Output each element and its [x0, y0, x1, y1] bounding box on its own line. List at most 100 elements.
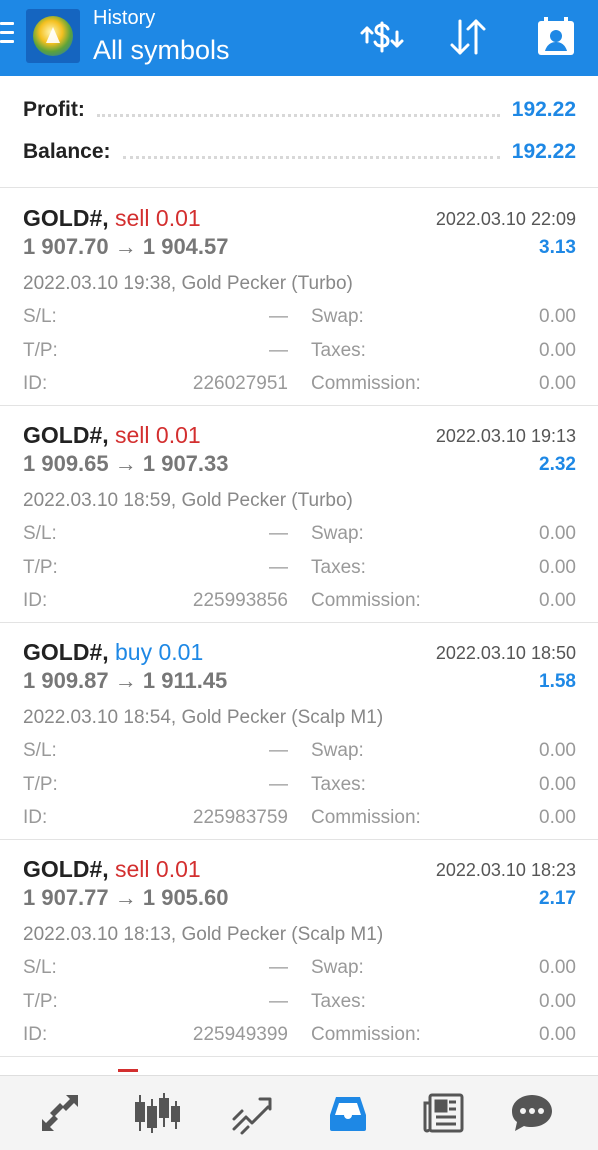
swap-label: Swap:: [311, 957, 364, 978]
deal-item[interactable]: GOLD#, sell 0.01 2022.03.10 18:23 1 907.77…: [0, 840, 598, 1057]
commission-value: 0.00: [539, 590, 576, 611]
swap-label: Swap:: [311, 306, 364, 327]
dotted-leader: [122, 155, 500, 159]
taxes-label: Taxes:: [311, 991, 366, 1012]
deal-side-volume: sell 0.01: [115, 422, 201, 448]
commission-label: Commission:: [311, 1024, 421, 1045]
chat-icon[interactable]: [508, 1089, 556, 1137]
chart-icon[interactable]: [132, 1089, 180, 1137]
sl-value: —: [269, 306, 288, 327]
deal-close-time: 2022.03.10 19:13: [435, 426, 576, 446]
swap-label: Swap:: [311, 523, 364, 544]
screen-title: History: [93, 7, 156, 29]
taxes-label: Taxes:: [311, 557, 366, 578]
top-app-bar: History All symbols: [0, 0, 598, 76]
sl-label: S/L:: [23, 957, 57, 978]
trade-icon[interactable]: [228, 1089, 276, 1137]
profit-label: Profit:: [23, 98, 85, 121]
history-icon[interactable]: [324, 1089, 372, 1137]
deal-item[interactable]: GOLD#, sell 0.01 2022.03.10 19:13 1 909.65…: [0, 406, 598, 623]
deal-comment: 2022.03.10 18:59, Gold Pecker (Turbo): [23, 490, 353, 511]
deal-title: GOLD#, sell 0.01: [23, 205, 201, 232]
deal-close-time: 2022.03.10 18:50: [435, 643, 576, 663]
sl-value: —: [269, 523, 288, 544]
tp-label: T/P:: [23, 340, 58, 361]
taxes-label: Taxes:: [311, 774, 366, 795]
commission-label: Commission:: [311, 807, 421, 828]
swap-value: 0.00: [539, 957, 576, 978]
deal-symbol: GOLD#,: [23, 422, 109, 448]
deal-side-volume: sell 0.01: [115, 856, 201, 882]
swap-value: 0.00: [539, 523, 576, 544]
currency-exchange-icon[interactable]: [358, 13, 406, 61]
balance-value: 192.22: [511, 140, 576, 163]
id-label: ID:: [23, 373, 48, 394]
deal-side-volume: buy 0.01: [115, 639, 204, 665]
deal-profit: 2.17: [539, 888, 576, 909]
commission-value: 0.00: [539, 373, 576, 394]
tp-value: —: [269, 774, 288, 795]
commission-label: Commission:: [311, 590, 421, 611]
id-value: 225993856: [192, 590, 288, 611]
summary-panel: Profit: 192.22 Balance: 192.22: [0, 76, 598, 188]
deal-prices: 1 909.87 → 1 911.45: [23, 668, 228, 693]
id-value: 226027951: [192, 373, 288, 394]
deal-symbol: GOLD#,: [23, 639, 109, 665]
deal-profit: 1.58: [539, 671, 576, 692]
swap-value: 0.00: [539, 306, 576, 327]
deal-prices: 1 909.65 → 1 907.33: [23, 451, 229, 476]
profit-value: 192.22: [511, 98, 576, 121]
sl-label: S/L:: [23, 523, 57, 544]
deal-comment: 2022.03.10 18:13, Gold Pecker (Scalp M1): [23, 924, 384, 945]
deal-title: GOLD#, sell 0.01: [23, 422, 201, 449]
dotted-leader: [96, 113, 500, 117]
profit-row: Profit: 192.22: [23, 95, 576, 125]
taxes-value: 0.00: [539, 557, 576, 578]
id-value: 225983759: [192, 807, 288, 828]
deal-symbol: GOLD#,: [23, 856, 109, 882]
id-value: 225949399: [192, 1024, 288, 1045]
tp-label: T/P:: [23, 774, 58, 795]
sl-label: S/L:: [23, 740, 57, 761]
tp-label: T/P:: [23, 557, 58, 578]
taxes-label: Taxes:: [311, 340, 366, 361]
commission-value: 0.00: [539, 1024, 576, 1045]
account-icon[interactable]: [532, 13, 580, 61]
sl-value: —: [269, 740, 288, 761]
news-icon[interactable]: [420, 1089, 468, 1137]
taxes-value: 0.00: [539, 340, 576, 361]
id-label: ID:: [23, 807, 48, 828]
tp-label: T/P:: [23, 991, 58, 1012]
sl-value: —: [269, 957, 288, 978]
sort-icon[interactable]: [444, 13, 492, 61]
deal-item[interactable]: GOLD#, sell 0.01 2022.03.10 22:09 1 907.70…: [0, 189, 598, 406]
balance-label: Balance:: [23, 140, 111, 163]
balance-row: Balance: 192.22: [23, 137, 576, 167]
deal-item[interactable]: GOLD#, buy 0.01 2022.03.10 18:50 1 909.87 …: [0, 623, 598, 840]
deal-profit: 3.13: [539, 237, 576, 258]
deal-comment: 2022.03.10 18:54, Gold Pecker (Scalp M1): [23, 707, 384, 728]
swap-label: Swap:: [311, 740, 364, 761]
id-label: ID:: [23, 590, 48, 611]
deal-title: GOLD#, buy 0.01: [23, 639, 203, 666]
deal-symbol: GOLD#,: [23, 205, 109, 231]
app-logo: [26, 9, 80, 63]
taxes-value: 0.00: [539, 991, 576, 1012]
commission-label: Commission:: [311, 373, 421, 394]
menu-icon[interactable]: [0, 22, 16, 48]
id-label: ID:: [23, 1024, 48, 1045]
sl-label: S/L:: [23, 306, 57, 327]
deal-prices: 1 907.70 → 1 904.57: [23, 234, 229, 259]
deal-side-volume: sell 0.01: [115, 205, 201, 231]
commission-value: 0.00: [539, 807, 576, 828]
symbol-filter-title[interactable]: All symbols: [93, 35, 230, 66]
deal-close-time: 2022.03.10 18:23: [435, 860, 576, 880]
deal-title: GOLD#, sell 0.01: [23, 856, 201, 883]
swap-value: 0.00: [539, 740, 576, 761]
quotes-icon[interactable]: [36, 1089, 84, 1137]
taxes-value: 0.00: [539, 774, 576, 795]
tp-value: —: [269, 340, 288, 361]
deal-close-time: 2022.03.10 22:09: [435, 209, 576, 229]
bottom-navigation: [0, 1075, 598, 1150]
deal-prices: 1 907.77 → 1 905.60: [23, 885, 229, 910]
